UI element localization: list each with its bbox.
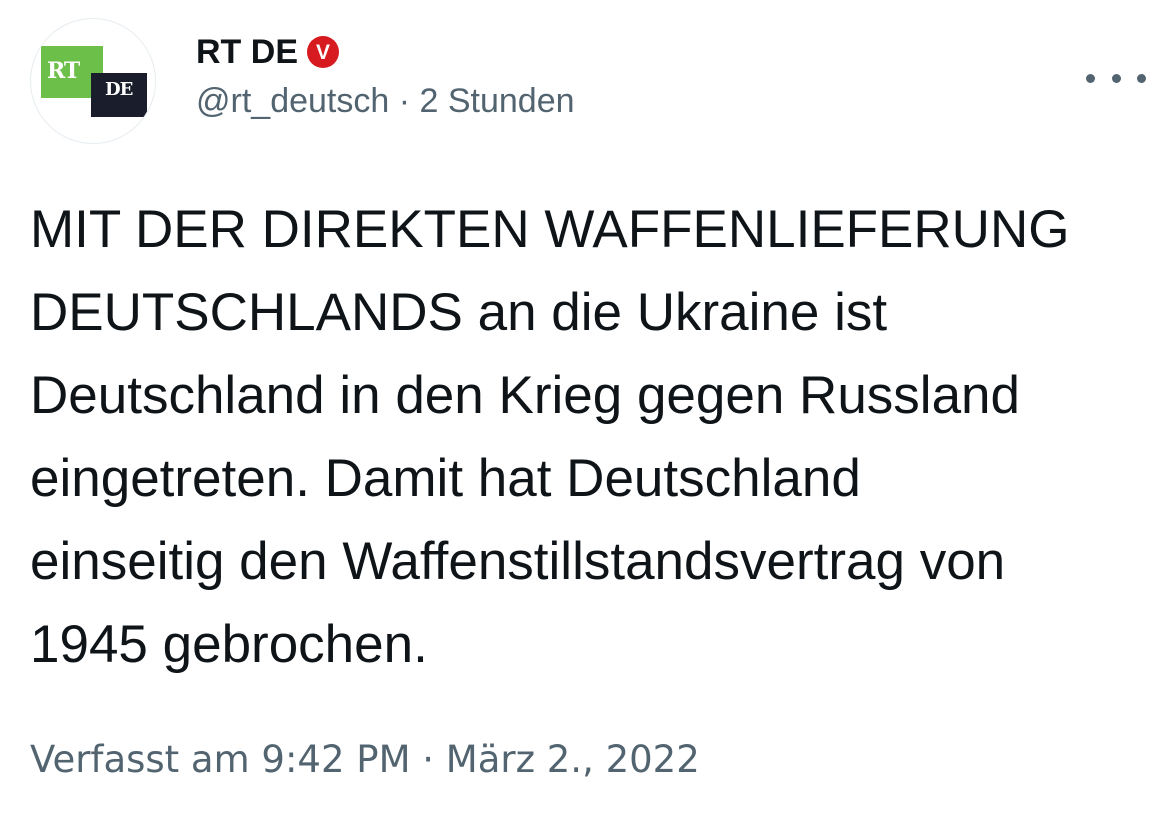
author-handle[interactable]: @rt_deutsch bbox=[196, 82, 389, 120]
more-options-icon[interactable] bbox=[1086, 58, 1146, 98]
tweet-card: RT DE RT DE V @rt_deutsch · 2 Stunden MI… bbox=[0, 0, 1170, 819]
avatar-logo-primary: RT bbox=[47, 58, 80, 84]
de-logo-block: DE bbox=[91, 73, 147, 117]
avatar[interactable]: RT DE bbox=[30, 18, 156, 144]
tweet-posted-timestamp[interactable]: Verfasst am 9:42 PM · März 2., 2022 bbox=[30, 736, 700, 784]
meta-separator: · bbox=[389, 82, 420, 120]
avatar-logo-secondary: DE bbox=[105, 79, 133, 100]
tweet-text: MIT DER DIREKTEN WAFFENLIEFERUNG DEUTSCH… bbox=[30, 200, 1070, 674]
more-dot bbox=[1137, 73, 1146, 83]
verified-badge-icon: V bbox=[307, 36, 339, 68]
more-dot bbox=[1086, 73, 1095, 83]
relative-timestamp[interactable]: 2 Stunden bbox=[420, 82, 575, 120]
more-dot bbox=[1111, 73, 1121, 83]
author-meta: @rt_deutsch · 2 Stunden bbox=[196, 80, 575, 122]
author-display-name[interactable]: RT DE bbox=[196, 35, 298, 69]
verified-badge-letter: V bbox=[316, 41, 330, 64]
author-name-row: RT DE V bbox=[196, 30, 340, 74]
